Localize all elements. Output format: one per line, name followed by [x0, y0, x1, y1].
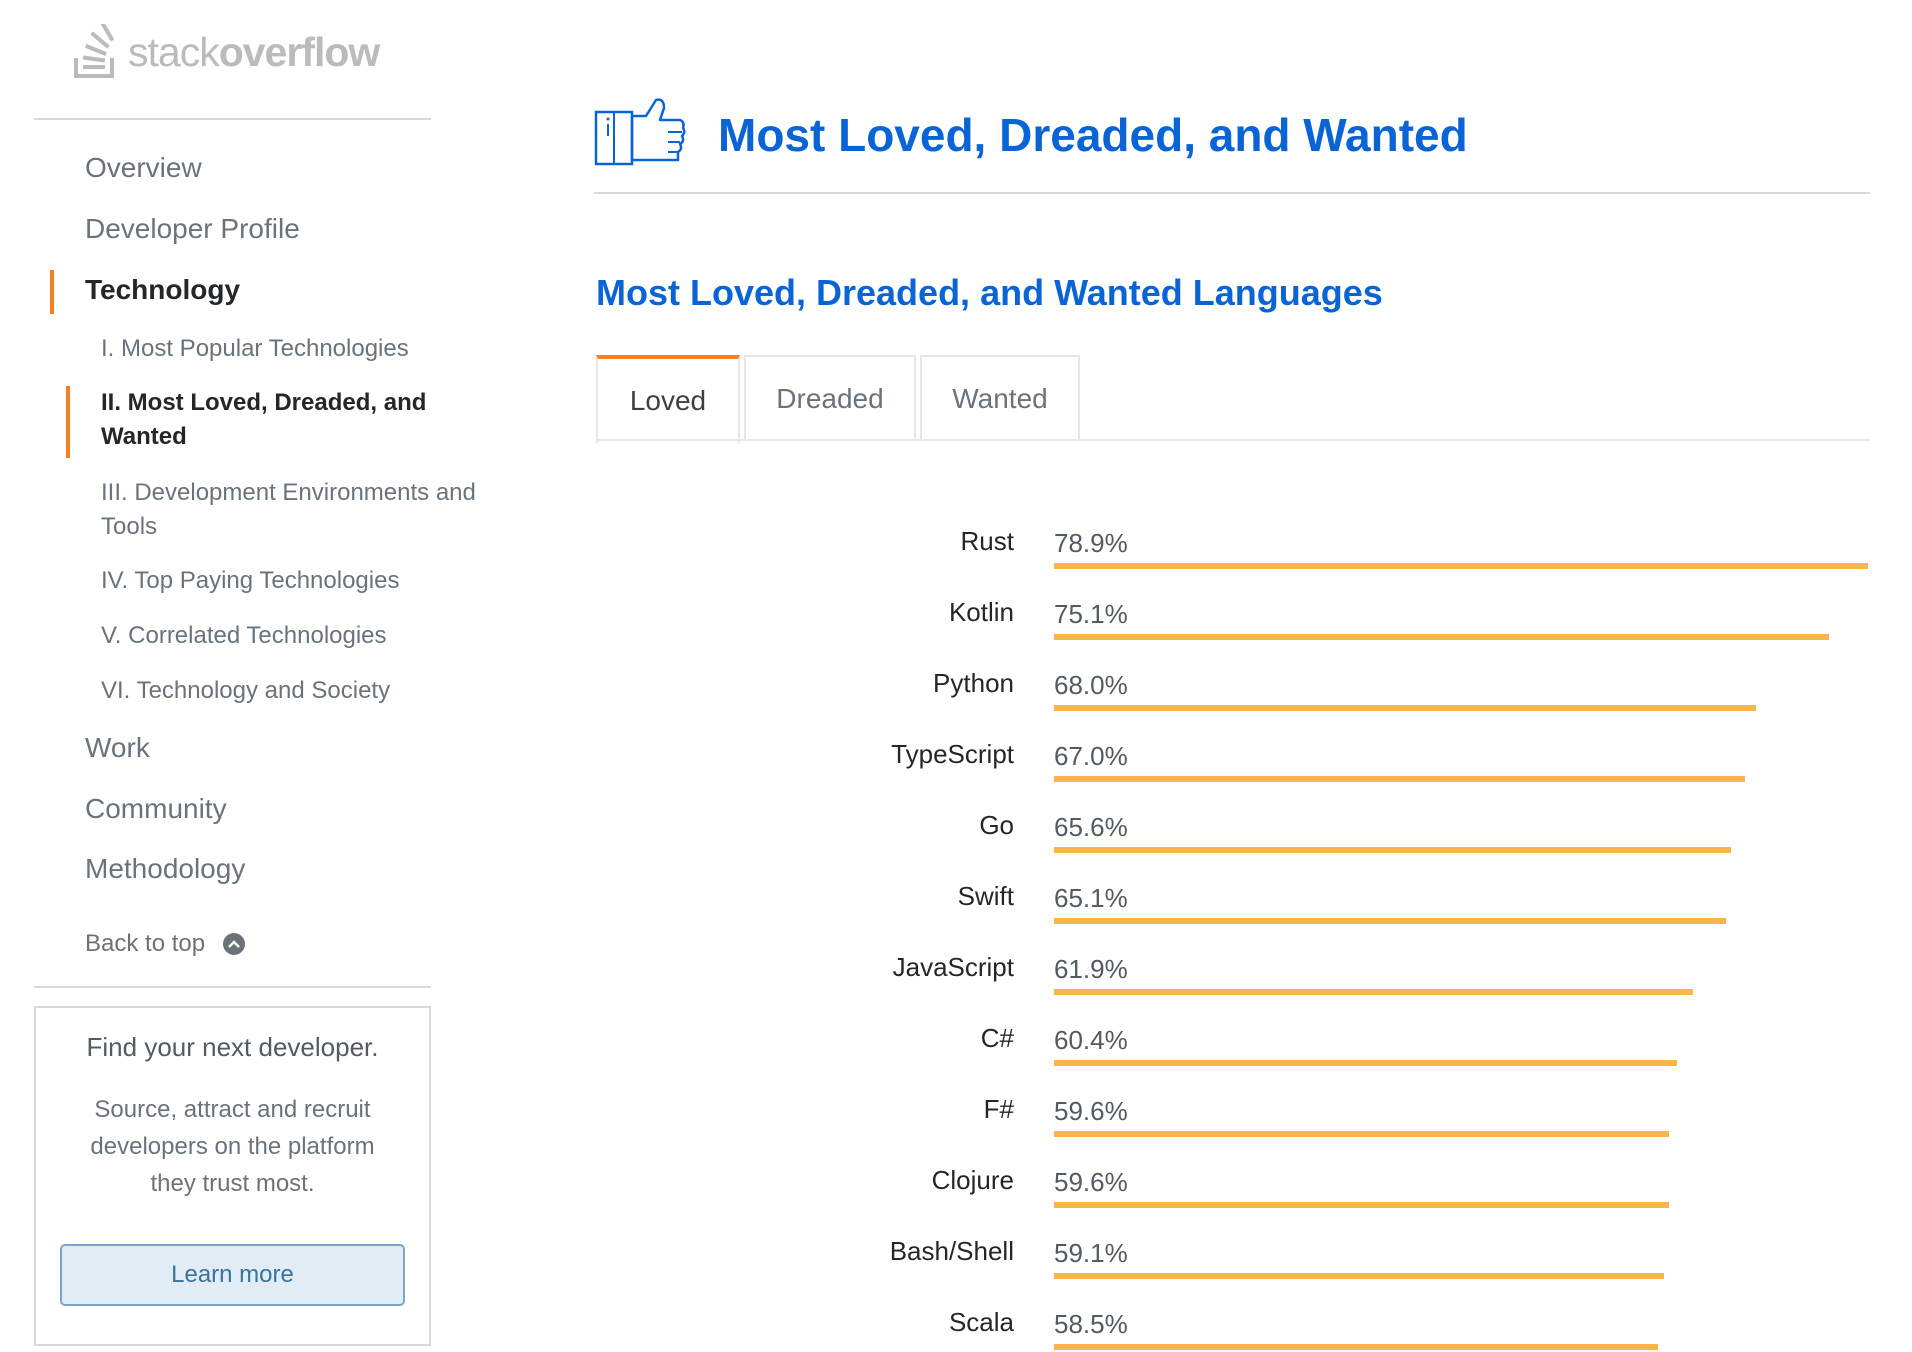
- tab-loved[interactable]: Loved: [596, 355, 740, 443]
- sidebar-divider-top: [34, 118, 431, 120]
- bar-value-scala: 58.5%: [1054, 1309, 1128, 1339]
- chevron-up-icon: [223, 933, 246, 955]
- back-to-top-label: Back to top: [85, 930, 206, 957]
- promo-title: Find your next developer.: [86, 1032, 379, 1062]
- sidebar-item-overview[interactable]: Overview: [85, 152, 202, 184]
- bar-rust: [1054, 563, 1868, 569]
- tab-wanted[interactable]: Wanted: [920, 355, 1080, 441]
- bar-value-typescript: 67.0%: [1054, 741, 1128, 771]
- page-title: Most Loved, Dreaded, and Wanted: [718, 109, 1468, 161]
- back-to-top-link[interactable]: Back to top: [85, 930, 246, 958]
- bar-value-f: 59.6%: [1054, 1096, 1128, 1126]
- learn-more-button[interactable]: Learn more: [60, 1244, 405, 1306]
- bar-value-swift: 65.1%: [1054, 883, 1128, 913]
- section-title: Most Loved, Dreaded, and Wanted Language…: [596, 272, 1383, 313]
- sidebar-item-community[interactable]: Community: [85, 793, 227, 825]
- tabs-underline: [596, 439, 1870, 441]
- bar-c: [1054, 1060, 1677, 1066]
- bar-clojure: [1054, 1202, 1669, 1208]
- sidebar-subitem-most-loved[interactable]: II. Most Loved, Dreaded, and Wanted: [101, 386, 451, 454]
- bar-f: [1054, 1131, 1669, 1137]
- bar-value-c: 60.4%: [1054, 1025, 1128, 1055]
- bar-swift: [1054, 918, 1726, 924]
- bar-go: [1054, 847, 1731, 853]
- bar-label-go: Go: [979, 810, 1014, 840]
- logo-text: stackoverflow: [128, 28, 380, 75]
- bar-label-clojure: Clojure: [931, 1165, 1014, 1195]
- sidebar-subitem-dev-environments[interactable]: III. Development Environments and Tools: [101, 476, 511, 544]
- sidebar-item-methodology[interactable]: Methodology: [85, 853, 245, 885]
- stack-logo-icon: [72, 24, 120, 80]
- bar-label-f: F#: [983, 1094, 1014, 1124]
- bar-label-python: Python: [933, 668, 1014, 698]
- bar-typescript: [1054, 776, 1745, 782]
- active-section-marker: [50, 270, 54, 314]
- sidebar-item-work[interactable]: Work: [85, 732, 150, 764]
- bar-javascript: [1054, 989, 1693, 995]
- bar-label-swift: Swift: [957, 881, 1014, 911]
- bar-label-kotlin: Kotlin: [948, 597, 1014, 627]
- sidebar-item-technology[interactable]: Technology: [85, 274, 240, 306]
- bar-label-typescript: TypeScript: [891, 739, 1014, 769]
- bar-label-javascript: JavaScript: [892, 952, 1014, 982]
- sidebar: stackoverflow Overview Developer Profile…: [0, 0, 476, 1352]
- bar-kotlin: [1054, 634, 1829, 640]
- stackoverflow-logo[interactable]: stackoverflow: [72, 22, 380, 82]
- bar-label-bash-shell: Bash/Shell: [889, 1236, 1014, 1266]
- bar-value-kotlin: 75.1%: [1054, 599, 1128, 629]
- sidebar-item-developer-profile[interactable]: Developer Profile: [85, 213, 300, 245]
- bar-value-bash-shell: 59.1%: [1054, 1238, 1128, 1268]
- bar-bash-shell: [1054, 1273, 1664, 1279]
- thumbs-up-icon: [594, 96, 686, 173]
- bar-value-javascript: 61.9%: [1054, 954, 1128, 984]
- loved-languages-bar-chart: Rust 78.9% Kotlin 75.1% Python 68.0% TypeScrip…: [594, 510, 1874, 1352]
- promo-text: Source, attract and recruit developers o…: [90, 1096, 375, 1197]
- bar-value-rust: 78.9%: [1054, 528, 1128, 558]
- sidebar-subitem-most-popular[interactable]: I. Most Popular Technologies: [101, 332, 491, 366]
- sidebar-divider-bottom: [34, 986, 431, 988]
- bar-label-c: C#: [980, 1023, 1014, 1053]
- title-divider: [594, 192, 1870, 194]
- sidebar-subitem-society[interactable]: VI. Technology and Society: [101, 674, 491, 708]
- tab-dreaded[interactable]: Dreaded: [744, 355, 916, 441]
- bar-value-clojure: 59.6%: [1054, 1167, 1128, 1197]
- bar-label-scala: Scala: [948, 1307, 1014, 1337]
- sidebar-subitem-correlated[interactable]: V. Correlated Technologies: [101, 619, 491, 653]
- bar-scala: [1054, 1344, 1658, 1350]
- bar-label-rust: Rust: [960, 526, 1014, 556]
- bar-python: [1054, 705, 1756, 711]
- sidebar-subitem-top-paying[interactable]: IV. Top Paying Technologies: [101, 564, 491, 598]
- bar-value-python: 68.0%: [1054, 670, 1128, 700]
- bar-value-go: 65.6%: [1054, 812, 1128, 842]
- active-subsection-marker: [66, 386, 70, 458]
- recruit-promo-box: Find your next developer. Source, attrac…: [34, 1006, 431, 1346]
